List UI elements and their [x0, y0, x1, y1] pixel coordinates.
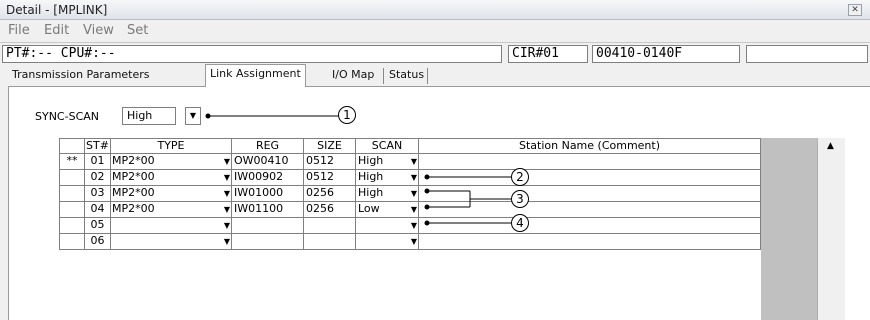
pt-cpu-field: PT#:-- CPU#:-- [2, 45, 502, 63]
window-title: Detail - [MPLINK] [6, 3, 108, 17]
tab-io-map[interactable]: I/O Map [328, 66, 378, 86]
link-assignment-panel: SYNC-SCAN High ▼ 1 ST# TYPE REG SIZE SCA… [8, 86, 870, 320]
menu-bar: File Edit View Set [0, 20, 870, 42]
status-bar: PT#:-- CPU#:-- CIR#01 00410-0140F [0, 42, 870, 64]
callout-lines [205, 113, 511, 226]
title-bar: Detail - [MPLINK] ✕ [0, 0, 870, 20]
tab-transmission-parameters[interactable]: Transmission Parameters [8, 66, 154, 86]
menu-edit[interactable]: Edit [44, 23, 69, 38]
tab-separator [427, 68, 428, 84]
tab-link-assignment[interactable]: Link Assignment [205, 64, 306, 87]
callout-dot-2 [424, 174, 430, 180]
callout-2: 2 [511, 168, 529, 186]
callout-dot-1 [205, 113, 211, 119]
cir-field: CIR#01 [508, 45, 588, 63]
menu-set[interactable]: Set [127, 23, 148, 38]
menu-view[interactable]: View [83, 23, 114, 38]
callout-dot-3a [424, 188, 430, 194]
callout-dot-4 [424, 220, 430, 226]
extra-field [746, 45, 868, 63]
code-field: 00410-0140F [592, 45, 740, 63]
callout-dot-3b [424, 204, 430, 210]
tab-status[interactable]: Status [385, 66, 428, 86]
callout-3: 3 [511, 190, 529, 208]
close-icon[interactable]: ✕ [848, 4, 862, 16]
callout-4: 4 [511, 214, 529, 232]
tab-separator [383, 68, 384, 84]
tab-area: Transmission Parameters Link Assignment … [0, 64, 870, 320]
menu-file[interactable]: File [8, 23, 30, 38]
